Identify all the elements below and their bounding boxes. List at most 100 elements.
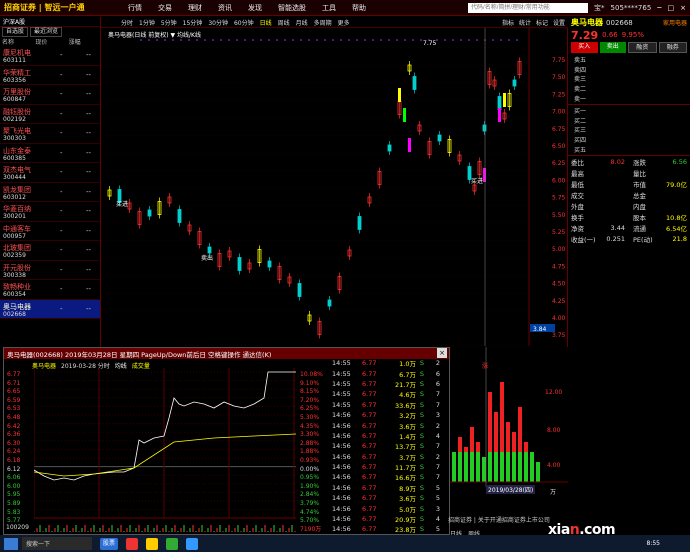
list-item[interactable]: 康尼机电 603111- -- [0, 46, 100, 66]
list-item[interactable]: 华菱百纳 300201- -- [0, 202, 100, 222]
list-item[interactable]: 聚飞光电 300303- -- [0, 124, 100, 144]
orderbook-sell-row[interactable]: 卖四 [568, 65, 690, 75]
list-item[interactable]: 凯龙集团 603012- -- [0, 183, 100, 202]
list-item[interactable]: 致畅种业 600354- -- [0, 280, 100, 300]
tab-timeframe-1[interactable]: 1分钟 [139, 18, 155, 27]
menu-item-6[interactable]: 工具 [322, 3, 336, 13]
orderbook-sell-row[interactable]: 卖一 [568, 93, 690, 103]
candle [447, 135, 452, 157]
orderbook-buy-row[interactable]: 买二 [568, 116, 690, 126]
menu-item-1[interactable]: 交易 [158, 3, 172, 13]
list-item[interactable]: 开元股份 300338- -- [0, 261, 100, 280]
popup-left-axis-label: 6.53 [7, 405, 21, 413]
tick-list[interactable]: 14:55 6.77 1.0万 S 2 14:55 6.77 6.7万 S 6 14:55 6.77 2… [332, 358, 450, 535]
popup-left-axis-label: 6.48 [7, 414, 21, 421]
menu-item-5[interactable]: 智能选股 [278, 3, 306, 13]
margin-sell-button[interactable]: 融券 [658, 42, 687, 53]
sell-button[interactable]: 卖出 [599, 42, 626, 53]
list-item[interactable]: 华荣精工 603356- -- [0, 66, 100, 85]
news-ticker[interactable]: 招商证券 | 关于开通招商证券上市公司 [448, 515, 550, 524]
tick-side: S [419, 369, 425, 378]
search-input[interactable] [468, 2, 589, 13]
tab-timeframe-8[interactable]: 月线 [296, 18, 308, 27]
tab-timeframe-0[interactable]: 分时 [121, 18, 133, 27]
orderbook-sell-row[interactable]: 卖五 [568, 55, 690, 65]
chart-tool-0[interactable]: 指标 [502, 18, 514, 27]
tab-timeframe-4[interactable]: 30分钟 [208, 18, 228, 27]
quote-title: 奥马电器 002668 家用电器 [568, 17, 690, 28]
tick-time: 14:56 [332, 525, 351, 534]
tick-price: 6.77 [362, 359, 377, 368]
taskbar-app2-icon[interactable] [186, 537, 198, 550]
menu-item-0[interactable]: 行情 [128, 3, 142, 13]
chart-tool-3[interactable]: 设置 [553, 18, 565, 27]
close-icon[interactable]: × [680, 4, 686, 12]
menu-item-4[interactable]: 发现 [248, 3, 262, 13]
menu-item-7[interactable]: 帮助 [352, 3, 366, 13]
taskbar-folder-icon[interactable] [146, 537, 158, 550]
menu-item-3[interactable]: 资讯 [218, 3, 232, 13]
orderbook-buy-row[interactable]: 买四 [568, 135, 690, 145]
orderbook-buy-row[interactable]: 买三 [568, 125, 690, 135]
industry-label[interactable]: 家用电器 [663, 18, 690, 27]
account-number[interactable]: 505****765 [611, 4, 652, 12]
taskbar-app-icon[interactable] [166, 537, 178, 550]
taskbar-browser-icon[interactable] [126, 537, 138, 550]
orderbook-label: 买二 [574, 117, 587, 125]
windows-start-icon[interactable] [4, 537, 18, 550]
stock-change: -- [86, 51, 92, 59]
list-item[interactable]: 山东金泰 600385- -- [0, 144, 100, 163]
tick-volume: 11.7万 [395, 464, 416, 473]
orderbook-buy-row[interactable]: 买一 [568, 106, 690, 116]
list-item[interactable]: 融钰股份 002192- -- [0, 105, 100, 124]
tab-timeframe-2[interactable]: 5分钟 [161, 18, 177, 27]
orderbook-sell-row[interactable]: 卖二 [568, 84, 690, 94]
tab-recent[interactable]: 最近浏览 [30, 27, 63, 37]
kline-chart-svg[interactable]: 7.75 7.50 7.25 7.00 6.75 6.50 6.25 6.00 5.75 5.50… [101, 28, 568, 346]
list-item[interactable]: 奥马电器 002668- -- [0, 299, 100, 319]
stock-code: 600847 [3, 96, 26, 103]
col-name[interactable]: 名称 [0, 37, 33, 46]
signal-dot [148, 39, 150, 41]
tick-time: 14:55 [332, 400, 351, 409]
signal-dot [228, 39, 230, 41]
candle [477, 157, 482, 179]
tick-volume: 8.9万 [399, 484, 416, 493]
tab-timeframe-9[interactable]: 多周期 [314, 18, 332, 27]
chart-tool-1[interactable]: 统计 [519, 18, 531, 27]
tick-volume: 13.7万 [395, 443, 416, 452]
taskbar-search[interactable]: 搜索一下 [22, 537, 92, 550]
tab-timeframe-6[interactable]: 日线 [260, 18, 272, 27]
orderbook-buy-row[interactable]: 买五 [568, 144, 690, 154]
stat-label-2: 总金 [633, 192, 646, 201]
menu-item-2[interactable]: 理财 [188, 3, 202, 13]
buy-button[interactable]: 买入 [571, 42, 598, 53]
list-item[interactable]: 北玻集团 002359- -- [0, 241, 100, 261]
maximize-icon[interactable]: □ [668, 4, 675, 12]
col-change[interactable]: 涨幅 [67, 37, 100, 46]
minimize-icon[interactable]: ─ [657, 4, 661, 12]
margin-buy-button[interactable]: 融资 [628, 42, 657, 53]
chart-tool-2[interactable]: 标记 [536, 18, 548, 27]
tab-timeframe-7[interactable]: 周线 [278, 18, 290, 27]
tab-timeframe-3[interactable]: 15分钟 [183, 18, 203, 27]
list-item[interactable]: 双杰电气 300444- -- [0, 163, 100, 183]
volume-subchart[interactable]: 12.00 8.00 4.00 万 2019/03/28(四) 涨 [450, 347, 568, 535]
price-axis-label: 5.50 [552, 212, 566, 219]
col-price[interactable]: 现价 [33, 37, 66, 46]
highlight-candle [503, 93, 506, 107]
tab-timeframe-5[interactable]: 60分钟 [234, 18, 254, 27]
user-name[interactable]: 宝* [594, 3, 605, 13]
list-item[interactable]: 中通客车 000957- -- [0, 222, 100, 241]
tab-favorites[interactable]: 自选股 [2, 27, 29, 37]
main-menu: 行情 交易 理财 资讯 发现 智能选股 工具 帮助 [128, 3, 382, 13]
market-label[interactable]: 沪深A股 [0, 17, 28, 26]
candle [367, 193, 372, 207]
orderbook-sell-row[interactable]: 卖三 [568, 74, 690, 84]
taskbar-app-stock[interactable]: 股票 [100, 537, 118, 550]
list-item[interactable]: 万里股份 600847- -- [0, 85, 100, 105]
stock-price: - [60, 285, 63, 293]
tab-timeframe-10[interactable]: 更多 [338, 18, 350, 27]
intraday-chart-svg[interactable] [34, 368, 296, 533]
popup-close-button[interactable]: × [437, 348, 447, 358]
